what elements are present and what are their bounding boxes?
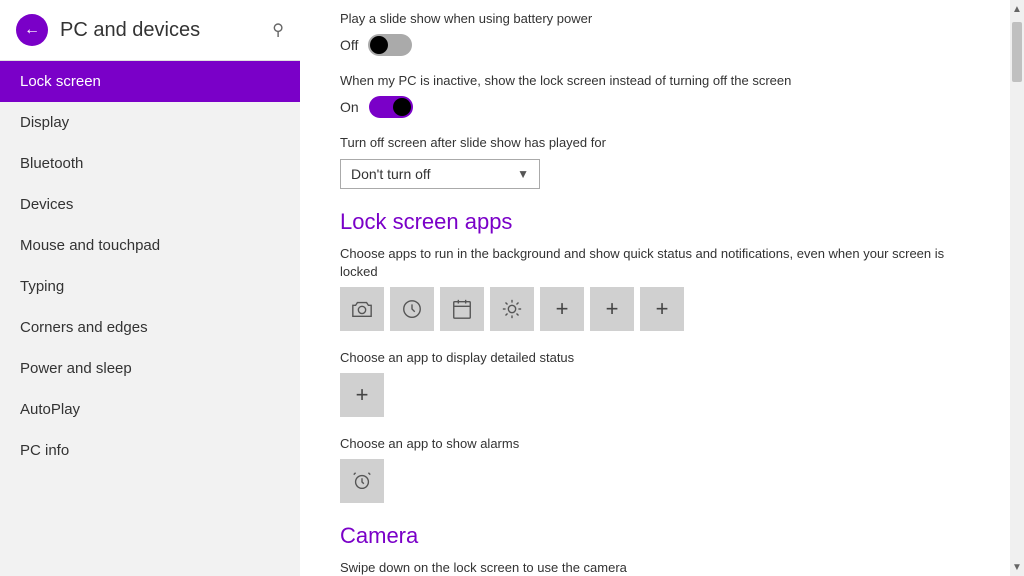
slide-show-battery-toggle-container: Off <box>340 34 964 56</box>
back-arrow-icon: ← <box>24 22 40 38</box>
sidebar-item-autoplay[interactable]: AutoPlay <box>0 389 300 430</box>
detailed-status-description: Choose an app to display detailed status <box>340 349 964 367</box>
turn-off-screen-description: Turn off screen after slide show has pla… <box>340 134 964 152</box>
scrollbar-down-arrow[interactable]: ▼ <box>1010 558 1024 576</box>
turn-off-screen-setting: Turn off screen after slide show has pla… <box>340 134 964 188</box>
weather-app-icon[interactable] <box>490 287 534 331</box>
turn-off-screen-dropdown[interactable]: Don't turn off ▼ <box>340 159 540 189</box>
camera-description: Swipe down on the lock screen to use the… <box>340 559 964 576</box>
show-lock-screen-setting: When my PC is inactive, show the lock sc… <box>340 72 964 118</box>
clock-app-icon[interactable] <box>390 287 434 331</box>
sidebar-item-mouse-touchpad[interactable]: Mouse and touchpad <box>0 225 300 266</box>
calendar-app-icon[interactable] <box>440 287 484 331</box>
calendar-icon <box>451 298 473 320</box>
camera-app-icon[interactable] <box>340 287 384 331</box>
lock-screen-apps-heading: Lock screen apps <box>340 209 964 235</box>
sidebar-title: PC and devices <box>60 19 200 42</box>
search-icon[interactable]: ⚲ <box>272 20 284 40</box>
content-wrapper: Play a slide show when using battery pow… <box>340 10 984 576</box>
detailed-status-icons-row: + <box>340 373 964 417</box>
toggle-knob-on <box>393 98 411 116</box>
add-app-button-1[interactable]: + <box>540 287 584 331</box>
camera-heading: Camera <box>340 523 964 549</box>
scrollbar-thumb[interactable] <box>1012 22 1022 82</box>
alarm-clock-icon <box>351 470 373 492</box>
alarms-clock-icon-box[interactable] <box>340 459 384 503</box>
nav-list: Lock screen Display Bluetooth Devices Mo… <box>0 61 300 471</box>
sidebar-header: ← PC and devices ⚲ <box>0 0 300 61</box>
show-lock-screen-toggle[interactable] <box>369 96 413 118</box>
add-app-button-3[interactable]: + <box>640 287 684 331</box>
sidebar-item-power-sleep[interactable]: Power and sleep <box>0 348 300 389</box>
clock-icon <box>401 298 423 320</box>
show-lock-screen-description: When my PC is inactive, show the lock sc… <box>340 72 964 90</box>
sidebar-item-pc-info[interactable]: PC info <box>0 430 300 471</box>
sidebar-item-display[interactable]: Display <box>0 102 300 143</box>
scrollbar-track: ▲ ▼ <box>1010 0 1024 576</box>
back-button[interactable]: ← <box>16 14 48 46</box>
alarms-setting: Choose an app to show alarms <box>340 435 964 503</box>
show-lock-screen-toggle-container: On <box>340 96 964 118</box>
alarms-description: Choose an app to show alarms <box>340 435 964 453</box>
camera-icon <box>351 298 373 320</box>
toggle-knob <box>370 36 388 54</box>
detailed-status-setting: Choose an app to display detailed status… <box>340 349 964 417</box>
alarms-icons-row <box>340 459 964 503</box>
lock-screen-apps-row: + + + <box>340 287 964 331</box>
sidebar-item-devices[interactable]: Devices <box>0 184 300 225</box>
slide-show-battery-setting: Play a slide show when using battery pow… <box>340 10 964 56</box>
add-app-button-2[interactable]: + <box>590 287 634 331</box>
sun-icon <box>501 298 523 320</box>
sidebar-item-corners-edges[interactable]: Corners and edges <box>0 307 300 348</box>
slide-show-battery-toggle-label: Off <box>340 37 358 53</box>
sidebar-item-lock-screen[interactable]: Lock screen <box>0 61 300 102</box>
slide-show-battery-description: Play a slide show when using battery pow… <box>340 10 964 28</box>
camera-setting: Swipe down on the lock screen to use the… <box>340 559 964 576</box>
sidebar-item-typing[interactable]: Typing <box>0 266 300 307</box>
main-content: Play a slide show when using battery pow… <box>300 0 1024 576</box>
sidebar: ← PC and devices ⚲ Lock screen Display B… <box>0 0 300 576</box>
dropdown-value: Don't turn off <box>351 166 509 182</box>
sidebar-item-bluetooth[interactable]: Bluetooth <box>0 143 300 184</box>
chevron-down-icon: ▼ <box>517 167 529 181</box>
add-detailed-status-button[interactable]: + <box>340 373 384 417</box>
scrollbar-up-arrow[interactable]: ▲ <box>1010 0 1024 18</box>
show-lock-screen-toggle-label: On <box>340 99 359 115</box>
slide-show-battery-toggle[interactable] <box>368 34 412 56</box>
lock-screen-apps-description: Choose apps to run in the background and… <box>340 245 964 281</box>
